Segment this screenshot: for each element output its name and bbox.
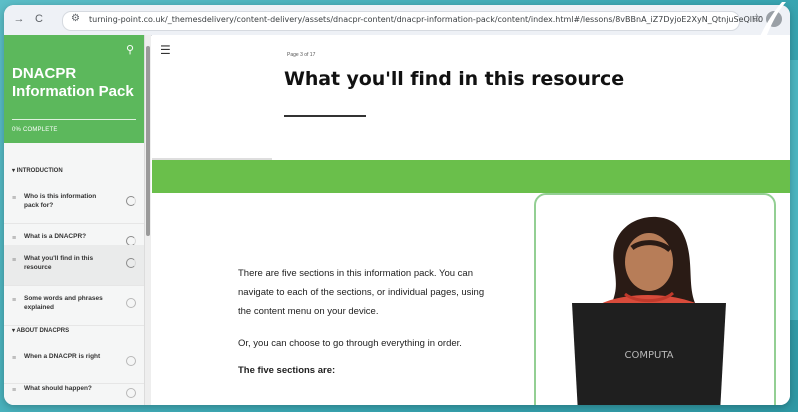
lesson-icon: ≡ (12, 257, 17, 264)
address-bar[interactable]: ⚙ turning-point.co.uk/_themesdelivery/co… (62, 11, 763, 31)
browser-toolbar: → C ⚙ turning-point.co.uk/_themesdeliver… (4, 5, 790, 36)
course-title: DNACPR Information Pack (12, 65, 134, 100)
intro-paragraph: There are five sections in this informat… (238, 268, 485, 317)
sections-heading: The five sections are: (238, 365, 336, 376)
lesson-sidebar: ⚲ DNACPR Information Pack 0% COMPLETE ▾ … (4, 35, 145, 405)
progress-divider (12, 119, 136, 120)
sidebar-item-what-should-happen[interactable]: ≡ What should happen? (4, 375, 144, 405)
lesson-label: What should happen? (24, 385, 92, 392)
browser-window: → C ⚙ turning-point.co.uk/_themesdeliver… (4, 5, 790, 405)
lesson-label: What you'll find in this resource (24, 255, 94, 271)
laptop-brand: COMPUTA (624, 350, 673, 361)
lesson-label: Some words and phrases explained (24, 295, 103, 311)
illustration-card: COMPUTA (534, 193, 776, 405)
page-title: What you'll find in this resource (284, 68, 625, 90)
back-arrow-icon[interactable]: → (12, 12, 26, 26)
section-heading-label: INTRODUCTION (16, 168, 63, 174)
lesson-label: When a DNACPR is right (24, 353, 101, 360)
sidebar-item-what-youll-find[interactable]: ≡ What you'll find in this resource (4, 245, 144, 286)
lesson-icon: ≡ (12, 235, 17, 242)
lesson-label: Who is this information pack for? (24, 193, 97, 209)
sidebar-header: ⚲ DNACPR Information Pack 0% COMPLETE (4, 35, 144, 143)
sidebar-item-who-is-this-for[interactable]: ≡ Who is this information pack for? (4, 183, 144, 224)
student-with-laptop-image: COMPUTA (572, 216, 726, 405)
lesson-icon: ≡ (12, 297, 17, 304)
lesson-icon: ≡ (12, 387, 17, 394)
status-circle-icon (126, 298, 136, 308)
sidebar-scroll-thumb[interactable] (146, 46, 150, 236)
order-paragraph: Or, you can choose to go through everyth… (238, 338, 462, 349)
page-counter: Page 3 of 17 (287, 52, 316, 58)
reload-icon[interactable]: C (32, 12, 46, 26)
site-info-icon[interactable]: ⚙ (71, 13, 80, 24)
section-heading-introduction[interactable]: ▾ INTRODUCTION (12, 167, 63, 174)
status-circle-icon (126, 196, 136, 206)
menu-icon[interactable]: ☰ (160, 43, 171, 57)
lesson-content: ☰ Page 3 of 17 What you'll find in this … (152, 35, 790, 405)
lesson-icon: ≡ (12, 195, 17, 202)
url-text[interactable]: turning-point.co.uk/_themesdelivery/cont… (89, 15, 763, 24)
green-band (152, 160, 790, 193)
status-circle-icon (126, 356, 136, 366)
lesson-label: What is a DNACPR? (24, 233, 87, 240)
decorative-swoosh (740, 2, 786, 120)
title-underline (284, 115, 366, 117)
status-circle-icon (126, 258, 136, 268)
course-progress: 0% COMPLETE (12, 127, 58, 133)
lesson-icon: ≡ (12, 355, 17, 362)
sidebar-item-words-and-phrases[interactable]: ≡ Some words and phrases explained (4, 285, 144, 326)
section-heading-label: ABOUT DNACPRS (16, 328, 70, 334)
section-heading-about-dnacprs[interactable]: ▾ ABOUT DNACPRS (12, 327, 69, 334)
search-icon[interactable]: ⚲ (126, 43, 134, 56)
status-circle-icon (126, 388, 136, 398)
